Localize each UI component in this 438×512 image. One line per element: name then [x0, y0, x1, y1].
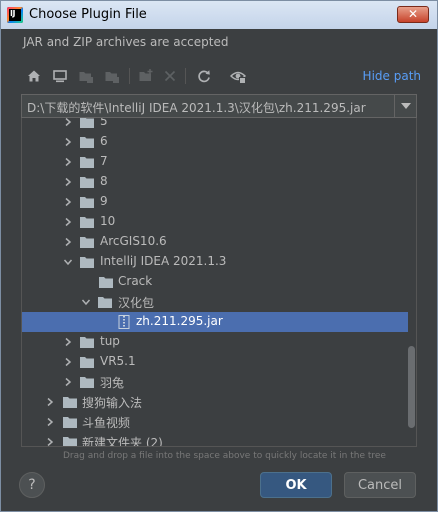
drag-drop-hint: Drag and drop a file into the space abov…: [63, 451, 386, 461]
folder-icon: [80, 377, 94, 388]
hide-path-link[interactable]: Hide path: [363, 69, 421, 83]
tree-item-6[interactable]: 6: [22, 132, 408, 152]
ok-button[interactable]: OK: [260, 472, 332, 498]
tree-item-5[interactable]: 5: [22, 118, 408, 132]
tree-item-label: tup: [100, 334, 120, 348]
module-icon: [101, 65, 123, 87]
folder-icon: [80, 237, 94, 248]
tree-item-tup[interactable]: tup: [22, 332, 408, 352]
folder-icon: [80, 118, 94, 128]
tree-item-label: 汉化包: [118, 296, 155, 310]
chevron-right-icon[interactable]: [45, 437, 55, 447]
tree-item-label: 羽兔: [100, 376, 125, 390]
chevron-right-icon[interactable]: [63, 217, 73, 227]
tree-item-10[interactable]: 10: [22, 212, 408, 232]
folder-icon: [63, 417, 77, 428]
folder-icon: [80, 197, 94, 208]
tree-item-9[interactable]: 9: [22, 192, 408, 212]
tree-item-7[interactable]: 7: [22, 152, 408, 172]
project-icon: [75, 65, 97, 87]
tree-item-yutu[interactable]: 羽兔: [22, 372, 408, 392]
toolbar-separator: [129, 68, 130, 84]
tree-item-label: zh.211.295.jar: [136, 314, 223, 328]
chevron-right-icon[interactable]: [63, 337, 73, 347]
tree-item-sogou[interactable]: 搜狗输入法: [22, 392, 408, 412]
chevron-right-icon[interactable]: [63, 237, 73, 247]
chevron-right-icon[interactable]: [63, 197, 73, 207]
window-title: Choose Plugin File: [29, 7, 147, 22]
tree-scrollbar[interactable]: [408, 346, 415, 428]
jar-file-icon: [118, 315, 130, 329]
chevron-down-icon[interactable]: [63, 257, 73, 267]
chevron-right-icon[interactable]: [63, 177, 73, 187]
tree-item-douyu[interactable]: 斗鱼视频: [22, 412, 408, 432]
tree-item-jar-file[interactable]: zh.211.295.jar: [22, 312, 408, 332]
help-button[interactable]: ?: [19, 472, 45, 498]
show-hidden-icon[interactable]: [227, 65, 249, 87]
description-text: JAR and ZIP archives are accepted: [23, 35, 229, 49]
tree-item-crack[interactable]: Crack: [22, 272, 408, 292]
close-button[interactable]: ✕: [397, 6, 429, 23]
toolbar-separator: [185, 68, 186, 84]
desktop-icon[interactable]: [49, 65, 71, 87]
tree-item-vr[interactable]: VR5.1: [22, 352, 408, 372]
tree-item-label: 5: [100, 118, 108, 128]
folder-icon: [80, 357, 94, 368]
tree-item-arcgis[interactable]: ArcGIS10.6: [22, 232, 408, 252]
tree-item-intellij[interactable]: IntelliJ IDEA 2021.1.3: [22, 252, 408, 272]
folder-icon: [63, 397, 77, 408]
tree-item-label: 搜狗输入法: [82, 396, 143, 410]
home-icon[interactable]: [23, 65, 45, 87]
folder-icon: [63, 437, 77, 446]
dropdown-arrow-icon[interactable]: [394, 95, 416, 117]
tree-item-new-folder-2[interactable]: 新建文件夹 (2): [22, 432, 408, 447]
choose-plugin-file-dialog: IJ Choose Plugin File ✕ JAR and ZIP arch…: [0, 0, 438, 512]
tree-item-label: Crack: [118, 274, 153, 288]
chevron-down-icon[interactable]: [81, 297, 91, 307]
folder-icon: [80, 257, 94, 268]
tree-item-label: IntelliJ IDEA 2021.1.3: [100, 254, 227, 268]
path-field[interactable]: D:\下载的软件\IntelliJ IDEA 2021.1.3\汉化包\zh.2…: [21, 94, 417, 118]
tree-item-label: 10: [100, 214, 116, 228]
file-tree[interactable]: 5 6 7 8 9 10 ArcGIS10.6 IntelliJ IDEA 20…: [21, 118, 417, 447]
chevron-right-icon[interactable]: [45, 417, 55, 427]
chevron-right-icon[interactable]: [63, 118, 73, 127]
folder-icon: [80, 137, 94, 148]
intellij-app-icon: IJ: [7, 7, 23, 23]
tree-item-label: VR5.1: [100, 354, 136, 368]
chevron-right-icon[interactable]: [63, 157, 73, 167]
tree-item-chinese-pack[interactable]: 汉化包: [22, 292, 408, 312]
refresh-icon[interactable]: [193, 65, 215, 87]
folder-icon: [80, 177, 94, 188]
tree-item-label: 6: [100, 134, 108, 148]
folder-icon: [98, 297, 112, 308]
file-toolbar: Hide path: [21, 65, 421, 87]
tree-item-8[interactable]: 8: [22, 172, 408, 192]
tree-item-label: 8: [100, 174, 108, 188]
folder-icon: [80, 337, 94, 348]
chevron-right-icon[interactable]: [63, 137, 73, 147]
chevron-right-icon[interactable]: [63, 377, 73, 387]
folder-icon: [80, 157, 94, 168]
new-folder-icon: [135, 65, 157, 87]
folder-icon: [99, 277, 113, 288]
cancel-button[interactable]: Cancel: [344, 472, 416, 498]
tree-item-label: 新建文件夹 (2): [82, 436, 163, 447]
tree-item-label: ArcGIS10.6: [100, 234, 167, 248]
path-value[interactable]: D:\下载的软件\IntelliJ IDEA 2021.1.3\汉化包\zh.2…: [27, 99, 366, 116]
tree-item-label: 斗鱼视频: [82, 416, 131, 430]
delete-icon: [159, 65, 181, 87]
folder-icon: [80, 217, 94, 228]
tree-item-label: 7: [100, 154, 108, 168]
tree-item-label: 9: [100, 194, 108, 208]
chevron-right-icon[interactable]: [63, 357, 73, 367]
chevron-right-icon[interactable]: [45, 397, 55, 407]
title-bar[interactable]: IJ Choose Plugin File ✕: [1, 1, 437, 29]
